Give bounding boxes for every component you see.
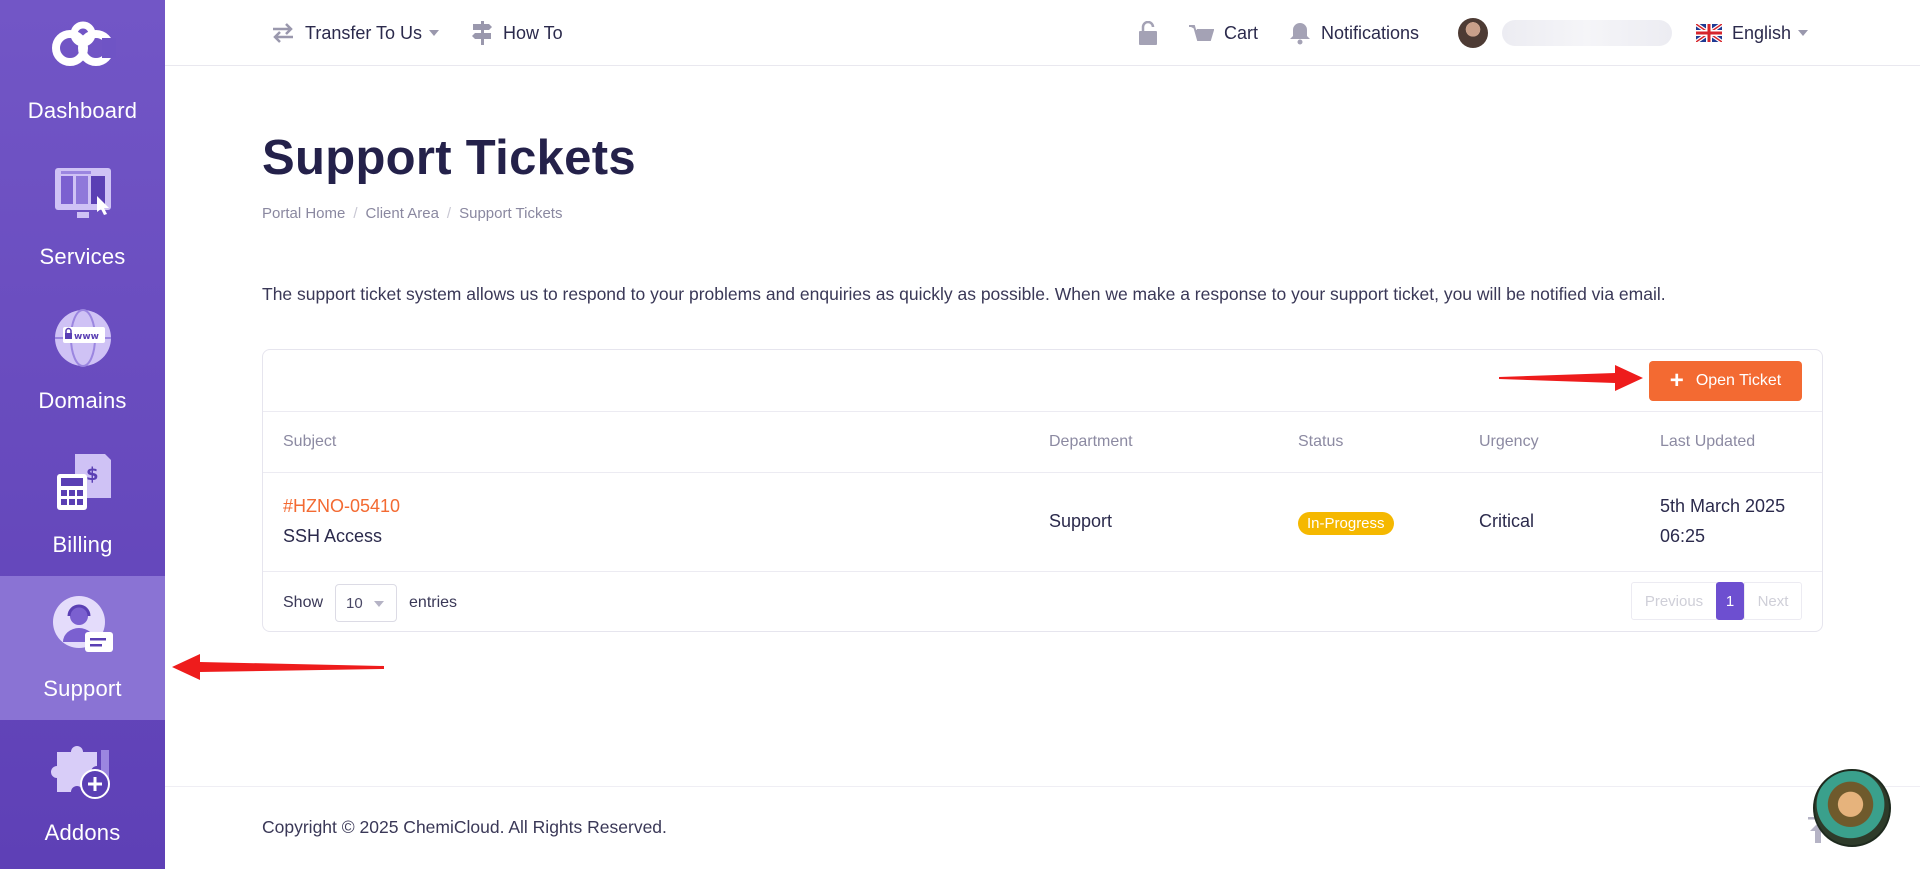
language-dropdown[interactable]: English	[1696, 0, 1809, 66]
column-header-status[interactable]: Status	[1298, 433, 1343, 451]
sidebar-item-label: Dashboard	[27, 98, 138, 123]
sidebar-item-label: Addons	[44, 820, 121, 845]
chat-widget-avatar[interactable]	[1813, 769, 1891, 847]
chevron-down-icon	[1798, 30, 1809, 36]
billing-icon: $	[47, 446, 119, 518]
breadcrumb-separator: /	[353, 205, 358, 222]
sidebar: Dashboard Services www Domains $ Billing…	[0, 0, 165, 869]
column-header-last-updated[interactable]: Last Updated	[1660, 433, 1755, 451]
entries-label: entries	[409, 594, 458, 611]
breadcrumb: Portal Home / Client Area / Support Tick…	[262, 205, 562, 222]
lock-button[interactable]	[1138, 0, 1168, 66]
table-row[interactable]: #HZNO-05410 SSH Access Support In-Progre…	[263, 472, 1822, 572]
breadcrumb-portal-home[interactable]: Portal Home	[262, 205, 345, 222]
services-icon	[47, 158, 119, 230]
status-badge: In-Progress	[1298, 512, 1394, 535]
nav-notifications-label: Notifications	[1321, 22, 1420, 43]
sidebar-item-domains[interactable]: www Domains	[0, 288, 165, 432]
ticket-id-link[interactable]: #HZNO-05410	[283, 496, 400, 517]
unlock-icon	[1139, 21, 1157, 45]
nav-howto[interactable]: How To	[471, 0, 563, 66]
sidebar-item-label: Domains	[38, 388, 127, 413]
sidebar-item-label: Support	[43, 676, 122, 701]
nav-transfer-label: Transfer To Us	[305, 22, 423, 43]
avatar	[1458, 18, 1488, 48]
column-header-department[interactable]: Department	[1049, 433, 1133, 451]
transfer-arrows-icon	[273, 23, 293, 43]
addons-icon	[47, 734, 119, 806]
breadcrumb-separator: /	[446, 205, 452, 222]
ticket-department: Support	[1049, 511, 1113, 531]
svg-text:$: $	[86, 464, 99, 485]
sidebar-item-addons[interactable]: Addons	[0, 720, 165, 864]
nav-howto-label: How To	[503, 22, 563, 43]
ticket-updated-date: 5th March 2025	[1660, 496, 1786, 516]
sidebar-item-label: Billing	[52, 532, 113, 557]
user-menu[interactable]	[1458, 0, 1672, 66]
uk-flag-icon	[1696, 24, 1722, 42]
open-ticket-button[interactable]: + Open Ticket	[1649, 361, 1802, 401]
copyright-text: Copyright © 2025 ChemiCloud. All Rights …	[262, 817, 667, 837]
ticket-urgency: Critical	[1479, 511, 1535, 531]
pagination-page-1[interactable]: 1	[1716, 582, 1744, 620]
signpost-icon	[472, 21, 492, 45]
footer: Copyright © 2025 ChemiCloud. All Rights …	[165, 786, 1920, 869]
cart-icon	[1189, 25, 1214, 41]
entries-length-control: Show 10 entries	[283, 584, 457, 622]
open-ticket-label: Open Ticket	[1695, 372, 1782, 389]
nav-transfer-dropdown[interactable]: Transfer To Us	[271, 0, 440, 66]
support-icon	[47, 590, 119, 662]
domains-icon-text: www	[74, 332, 99, 342]
column-header-subject[interactable]: Subject	[283, 433, 336, 451]
pagination: Previous 1 Next	[1631, 582, 1802, 620]
top-navbar: Transfer To Us How To Cart Notifications	[165, 0, 1920, 66]
language-label: English	[1732, 22, 1792, 43]
ticket-subject: SSH Access	[283, 526, 383, 546]
breadcrumb-client-area[interactable]: Client Area	[366, 205, 439, 222]
annotation-arrow-left	[172, 654, 384, 680]
entries-select-value: 10	[346, 594, 363, 612]
nav-cart[interactable]: Cart	[1188, 0, 1258, 66]
sidebar-item-dashboard[interactable]: Dashboard	[0, 0, 165, 144]
chevron-down-icon	[429, 30, 440, 36]
chevron-down-icon	[374, 601, 385, 607]
entries-select[interactable]: 10	[335, 584, 398, 622]
plus-icon: +	[1669, 367, 1684, 394]
annotation-arrow-right	[1499, 365, 1643, 391]
domains-icon: www	[47, 302, 119, 374]
logo-icon	[47, 12, 119, 84]
intro-text: The support ticket system allows us to r…	[262, 284, 1666, 304]
sidebar-item-support[interactable]: Support	[0, 576, 165, 720]
ticket-updated-time: 06:25	[1660, 526, 1706, 546]
pagination-previous[interactable]: Previous	[1631, 582, 1717, 620]
bell-icon	[1290, 23, 1310, 45]
user-name-redacted	[1502, 20, 1672, 46]
show-label: Show	[283, 594, 324, 611]
sidebar-item-label: Services	[39, 244, 126, 269]
column-header-urgency[interactable]: Urgency	[1479, 433, 1539, 451]
pagination-next[interactable]: Next	[1744, 582, 1802, 620]
breadcrumb-current: Support Tickets	[459, 205, 563, 222]
page-title: Support Tickets	[262, 131, 636, 185]
sidebar-item-billing[interactable]: $ Billing	[0, 432, 165, 576]
sidebar-item-services[interactable]: Services	[0, 144, 165, 288]
nav-notifications[interactable]: Notifications	[1289, 0, 1419, 66]
nav-cart-label: Cart	[1224, 22, 1259, 43]
